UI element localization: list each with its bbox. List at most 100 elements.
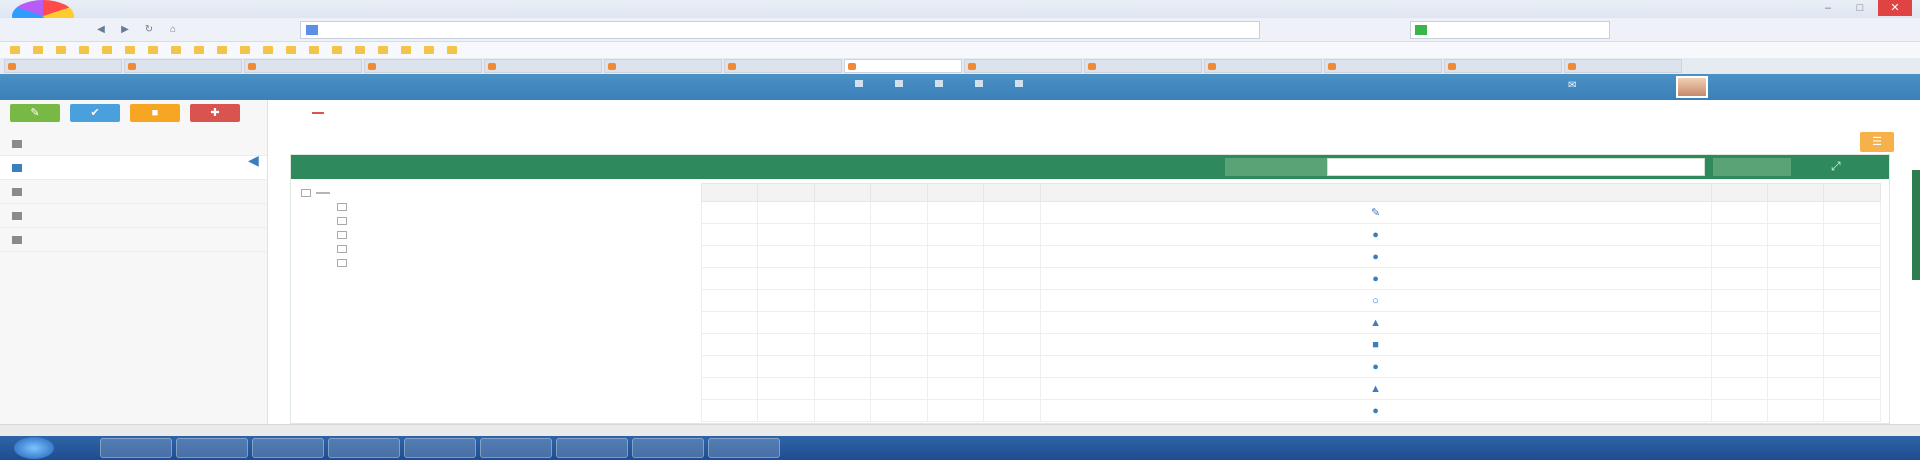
table-row[interactable]: ● xyxy=(700,223,1881,246)
table-cell[interactable] xyxy=(1823,267,1881,290)
taskbar-app[interactable] xyxy=(176,438,248,458)
sidebar-item-1[interactable] xyxy=(0,132,267,156)
header-link[interactable] xyxy=(1015,80,1027,87)
expand-icon[interactable]: ⤢ xyxy=(1831,159,1841,174)
bookmark-item[interactable] xyxy=(240,42,253,58)
taskbar-app[interactable] xyxy=(328,438,400,458)
search-button[interactable] xyxy=(1713,158,1791,176)
table-row[interactable]: ○ xyxy=(700,289,1881,312)
header-link[interactable] xyxy=(975,80,987,87)
bookmark-item[interactable] xyxy=(171,42,184,58)
browser-tab[interactable] xyxy=(4,59,122,73)
taskbar-app[interactable] xyxy=(708,438,780,458)
taskbar-app[interactable] xyxy=(252,438,324,458)
row-status-icon[interactable]: ● xyxy=(1039,267,1712,290)
browser-tab[interactable] xyxy=(964,59,1082,73)
row-status-icon[interactable]: ● xyxy=(1039,245,1712,268)
column-header[interactable] xyxy=(983,183,1041,202)
taskbar-app[interactable] xyxy=(632,438,704,458)
browser-tab[interactable] xyxy=(244,59,362,73)
bookmark-item[interactable] xyxy=(79,42,92,58)
bookmark-item[interactable] xyxy=(286,42,299,58)
horizontal-scrollbar[interactable] xyxy=(0,424,1920,436)
bookmark-item[interactable] xyxy=(424,42,437,58)
messages-link[interactable]: ✉ xyxy=(1568,80,1590,91)
bookmark-item[interactable] xyxy=(447,42,460,58)
sidebar-item-3[interactable] xyxy=(0,180,267,204)
quick-edit-button[interactable]: ✎ xyxy=(10,104,60,122)
browser-tab[interactable] xyxy=(844,59,962,73)
column-header[interactable] xyxy=(813,183,872,202)
maximize-button[interactable]: □ xyxy=(1846,0,1874,16)
home-button[interactable]: ⌂ xyxy=(164,22,182,38)
header-link[interactable] xyxy=(935,80,947,87)
bookmark-item[interactable] xyxy=(148,42,161,58)
column-header[interactable] xyxy=(1039,183,1712,202)
table-cell[interactable] xyxy=(1823,223,1881,246)
tree-node[interactable] xyxy=(301,201,611,213)
tree-node[interactable] xyxy=(301,229,611,241)
row-name-link[interactable] xyxy=(757,399,815,422)
row-name-link[interactable] xyxy=(757,377,815,400)
row-status-icon[interactable]: ○ xyxy=(1039,289,1712,312)
bookmark-item[interactable] xyxy=(309,42,322,58)
table-cell[interactable] xyxy=(1823,311,1881,334)
tree-root[interactable] xyxy=(301,187,611,199)
row-status-icon[interactable]: ■ xyxy=(1039,333,1712,356)
browser-tab[interactable] xyxy=(1444,59,1562,73)
bookmark-item[interactable] xyxy=(217,42,230,58)
row-status-icon[interactable]: ✎ xyxy=(1039,201,1712,224)
browser-search-field[interactable] xyxy=(1410,21,1610,39)
browser-tab[interactable] xyxy=(484,59,602,73)
browser-tab[interactable] xyxy=(1084,59,1202,73)
taskbar-app[interactable] xyxy=(404,438,476,458)
quick-square-button[interactable]: ■ xyxy=(130,104,180,122)
table-cell[interactable] xyxy=(1823,201,1881,224)
row-status-icon[interactable]: ● xyxy=(1039,355,1712,378)
url-field[interactable] xyxy=(300,21,1260,39)
table-row[interactable]: ▲ xyxy=(700,377,1881,400)
column-header[interactable] xyxy=(1710,183,1769,202)
quick-check-button[interactable]: ✔ xyxy=(70,104,120,122)
row-name-link[interactable] xyxy=(757,267,815,290)
bookmark-item[interactable] xyxy=(194,42,207,58)
row-status-icon[interactable]: ● xyxy=(1039,399,1712,422)
back-button[interactable]: ◀ xyxy=(92,22,110,38)
table-cell[interactable] xyxy=(1823,355,1881,378)
browser-tab[interactable] xyxy=(1564,59,1682,73)
start-button-icon[interactable] xyxy=(14,437,54,459)
quick-add-button[interactable]: ✚ xyxy=(190,104,240,122)
column-header[interactable] xyxy=(926,183,985,202)
close-window-button[interactable]: ✕ xyxy=(1878,0,1912,16)
row-name-link[interactable] xyxy=(757,201,815,224)
row-name-link[interactable] xyxy=(757,245,815,268)
sidebar-item-2[interactable] xyxy=(0,156,267,180)
table-cell[interactable] xyxy=(1823,377,1881,400)
bookmark-item[interactable] xyxy=(401,42,414,58)
table-cell[interactable] xyxy=(1823,399,1881,422)
row-name-link[interactable] xyxy=(757,355,815,378)
vertical-scrollbar[interactable] xyxy=(1912,170,1920,280)
sidebar-item-4[interactable] xyxy=(0,204,267,228)
column-header[interactable] xyxy=(1823,183,1881,202)
row-name-link[interactable] xyxy=(757,223,815,246)
browser-tab[interactable] xyxy=(124,59,242,73)
forward-button[interactable]: ▶ xyxy=(116,22,134,38)
minimize-button[interactable]: – xyxy=(1814,0,1842,16)
sidebar-item-5[interactable] xyxy=(0,228,267,252)
column-header[interactable] xyxy=(1767,183,1825,202)
table-cell[interactable] xyxy=(1823,333,1881,356)
table-row[interactable]: ● xyxy=(700,399,1881,422)
tree-toggle-icon[interactable] xyxy=(301,189,311,197)
row-name-link[interactable] xyxy=(757,333,815,356)
table-row[interactable]: ✎ xyxy=(700,201,1881,224)
table-row[interactable]: ▲ xyxy=(700,311,1881,334)
row-status-icon[interactable]: ▲ xyxy=(1039,311,1712,334)
tree-node[interactable] xyxy=(301,215,611,227)
table-cell[interactable] xyxy=(1823,245,1881,268)
bookmark-item[interactable] xyxy=(263,42,276,58)
column-header[interactable] xyxy=(700,183,759,202)
column-header[interactable] xyxy=(757,183,815,202)
row-status-icon[interactable]: ▲ xyxy=(1039,377,1712,400)
search-input[interactable] xyxy=(1327,158,1705,176)
